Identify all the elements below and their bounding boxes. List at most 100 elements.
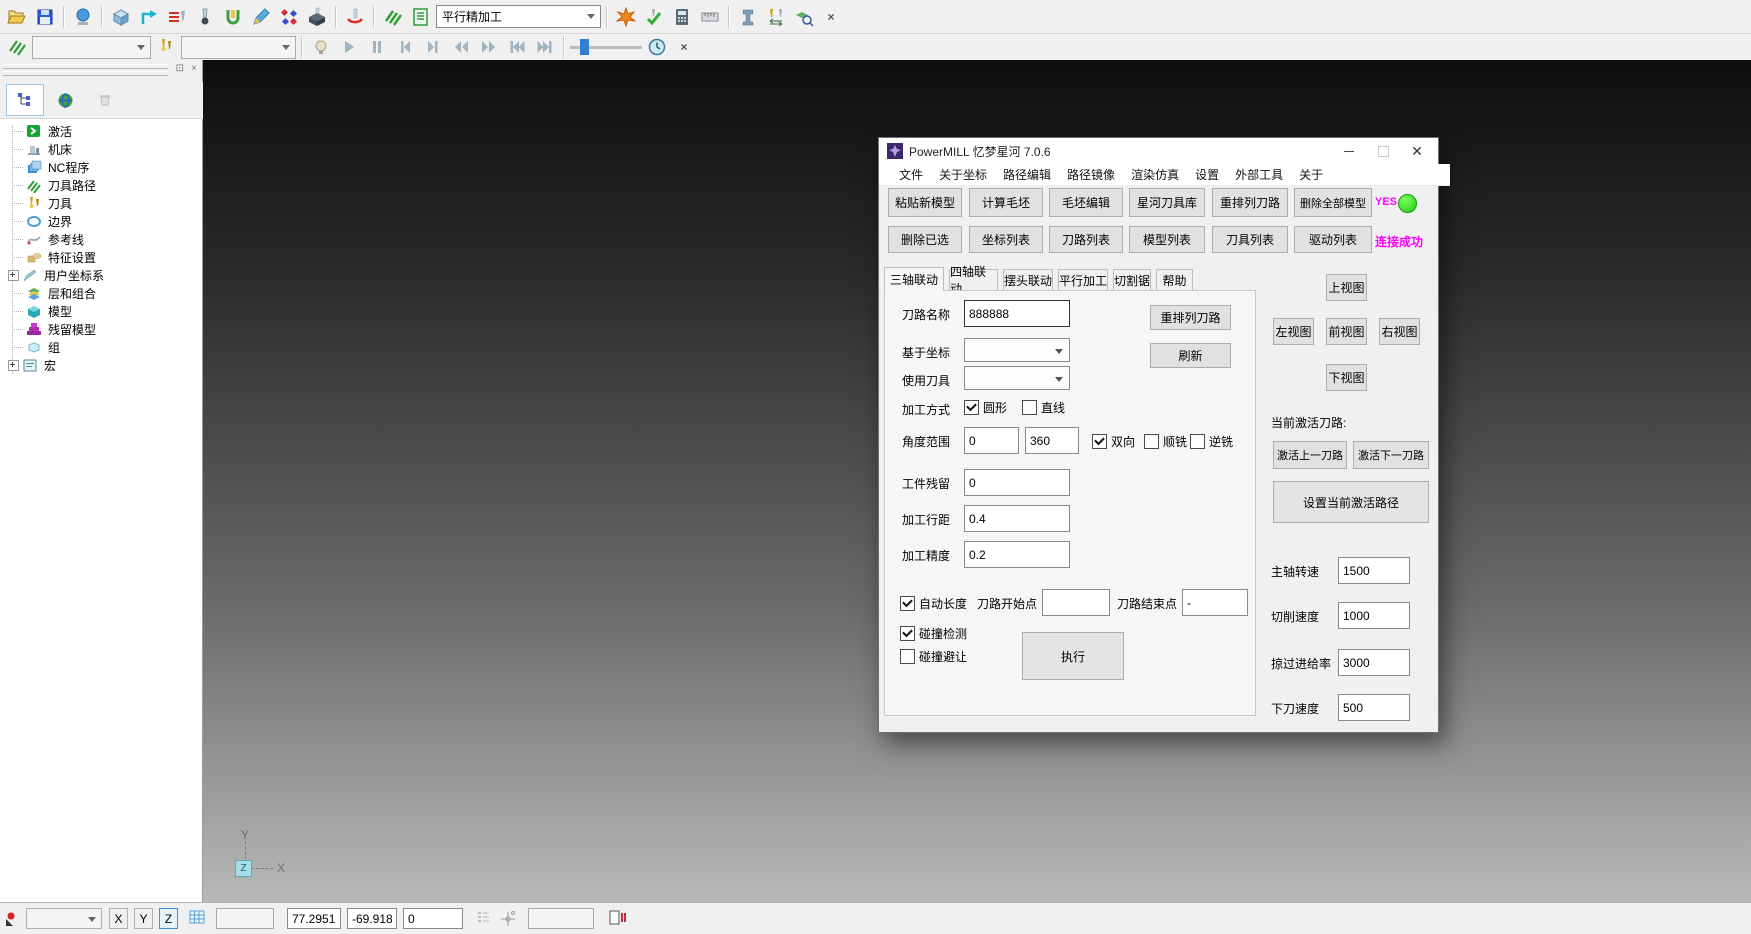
start-point-input[interactable]: [1042, 589, 1110, 616]
tree-item-groups[interactable]: 组: [0, 338, 60, 356]
cursor-y-input[interactable]: [347, 908, 397, 929]
tree-item-macros[interactable]: 宏: [0, 356, 56, 374]
rewind-icon[interactable]: [448, 35, 474, 59]
model-list-button[interactable]: 模型列表: [1129, 226, 1205, 253]
menu-about[interactable]: 关于: [1291, 166, 1331, 183]
clock-icon[interactable]: [644, 35, 670, 59]
base-coord-combobox[interactable]: [964, 338, 1070, 362]
axis-y-button[interactable]: Y: [134, 908, 153, 929]
pencil-icon[interactable]: [248, 5, 274, 29]
axis-x-button[interactable]: X: [109, 908, 128, 929]
grid-size-input[interactable]: [216, 908, 274, 929]
strategy-list-icon[interactable]: [408, 5, 434, 29]
checkbox-icon[interactable]: [900, 626, 915, 641]
skip-start-icon[interactable]: [504, 35, 530, 59]
tab-parallel[interactable]: 平行加工: [1058, 269, 1108, 290]
pause-icon[interactable]: [364, 35, 390, 59]
tab-help[interactable]: 帮助: [1156, 269, 1193, 290]
tab-3axis[interactable]: 三轴联动: [884, 267, 944, 291]
menu-external-tools[interactable]: 外部工具: [1227, 166, 1291, 183]
tree-item-models[interactable]: 模型: [0, 302, 72, 320]
grid-icon[interactable]: [188, 909, 208, 930]
end-point-input[interactable]: [1182, 589, 1248, 616]
tree-item-levels-sets[interactable]: 层和组合: [0, 284, 96, 302]
tolerance-input[interactable]: [964, 541, 1070, 568]
sim-tool-combobox[interactable]: [181, 36, 296, 59]
tree-item-toolpaths[interactable]: 刀具路径: [0, 176, 96, 194]
pattern-icon[interactable]: [276, 5, 302, 29]
menu-render-sim[interactable]: 渲染仿真: [1123, 166, 1187, 183]
trash-tab[interactable]: [86, 84, 124, 116]
tree-item-activate[interactable]: 激活: [0, 122, 72, 140]
close-toolbar-icon[interactable]: ×: [676, 39, 692, 55]
paste-model-button[interactable]: 粘贴新模型: [888, 188, 962, 217]
checkbox-icon[interactable]: [964, 400, 979, 415]
block-tool-icon[interactable]: [304, 5, 330, 29]
skip-end-icon[interactable]: [532, 35, 558, 59]
stock-remain-input[interactable]: [964, 469, 1070, 496]
tree-item-nc-program[interactable]: NC程序: [0, 158, 89, 176]
status-combobox[interactable]: [26, 908, 102, 929]
activate-prev-toolpath-button[interactable]: 激活上一刀路: [1273, 441, 1347, 469]
block-icon[interactable]: [108, 5, 134, 29]
view-bottom-button[interactable]: 下视图: [1326, 364, 1367, 391]
close-panel-icon[interactable]: ×: [191, 63, 197, 74]
fast-forward-icon[interactable]: [476, 35, 502, 59]
tab-swivel-head[interactable]: 摆头联动: [1003, 269, 1053, 290]
speed-slider-handle[interactable]: [580, 39, 589, 55]
explorer-grip-bar[interactable]: ⊡ ×: [0, 60, 202, 83]
folder-open-icon[interactable]: [4, 5, 30, 29]
ball-mill-icon[interactable]: [192, 5, 218, 29]
z-levels-icon[interactable]: [164, 5, 190, 29]
menu-file[interactable]: 文件: [891, 166, 931, 183]
set-active-path-button[interactable]: 设置当前激活路径: [1273, 481, 1429, 523]
activate-next-toolpath-button[interactable]: 激活下一刀路: [1353, 441, 1429, 469]
cursor-z-input[interactable]: [403, 908, 463, 929]
checkbox-icon[interactable]: [1190, 434, 1205, 449]
stepover-input[interactable]: [964, 505, 1070, 532]
spindle-speed-input[interactable]: [1338, 557, 1410, 584]
checkbox-icon[interactable]: [1022, 400, 1037, 415]
ruler-icon[interactable]: [697, 5, 723, 29]
toolpath-icon[interactable]: [380, 5, 406, 29]
tool-holder-icon[interactable]: [220, 5, 246, 29]
tree-item-workplanes[interactable]: 用户坐标系: [0, 266, 104, 284]
checkbox-icon[interactable]: [900, 649, 915, 664]
execute-button[interactable]: 执行: [1022, 632, 1124, 680]
tool-change-icon[interactable]: [763, 5, 789, 29]
view-front-button[interactable]: 前视图: [1326, 318, 1367, 345]
delete-selected-button[interactable]: 删除已选: [888, 226, 962, 253]
line-checkbox[interactable]: 直线: [1022, 399, 1065, 416]
cursor-x-input[interactable]: [287, 908, 341, 929]
block-edit-button[interactable]: 毛坯编辑: [1049, 188, 1123, 217]
strategy-combobox[interactable]: 平行精加工: [436, 5, 601, 28]
tree-item-feature-sets[interactable]: 特征设置: [0, 248, 96, 266]
drive-list-button[interactable]: 驱动列表: [1294, 226, 1372, 253]
view-top-button[interactable]: 上视图: [1326, 274, 1367, 301]
bulb-icon[interactable]: [308, 35, 334, 59]
star-verify-icon[interactable]: [613, 5, 639, 29]
sphere-icon[interactable]: [70, 5, 96, 29]
clamp-icon[interactable]: [735, 5, 761, 29]
tab-4axis[interactable]: 四轴联动: [949, 269, 998, 290]
checkbox-icon[interactable]: [1144, 434, 1159, 449]
step-back-icon[interactable]: [392, 35, 418, 59]
xyz-list-icon[interactable]: [476, 909, 492, 928]
step-forward-icon[interactable]: [420, 35, 446, 59]
tree-item-boundaries[interactable]: 边界: [0, 212, 72, 230]
record-dot-icon[interactable]: [4, 909, 22, 930]
checkbox-icon[interactable]: [1092, 434, 1107, 449]
collision-check-checkbox[interactable]: 碰撞检测: [900, 625, 967, 642]
toolpath-name-input[interactable]: [964, 300, 1070, 327]
axis-z-button[interactable]: Z: [159, 908, 178, 929]
close-toolbar-icon[interactable]: ×: [823, 9, 839, 25]
angle-from-input[interactable]: [964, 427, 1019, 454]
tab-saw[interactable]: 切割锯: [1113, 269, 1151, 290]
climb-mill-checkbox[interactable]: 顺铣: [1144, 433, 1187, 450]
menu-path-mirror[interactable]: 路径镜像: [1059, 166, 1123, 183]
angle-to-input[interactable]: [1025, 427, 1079, 454]
tree-item-patterns[interactable]: 参考线: [0, 230, 84, 248]
tree-item-stock-models[interactable]: 残留模型: [0, 320, 96, 338]
tree-view-tab[interactable]: [6, 84, 44, 116]
menu-settings[interactable]: 设置: [1187, 166, 1227, 183]
